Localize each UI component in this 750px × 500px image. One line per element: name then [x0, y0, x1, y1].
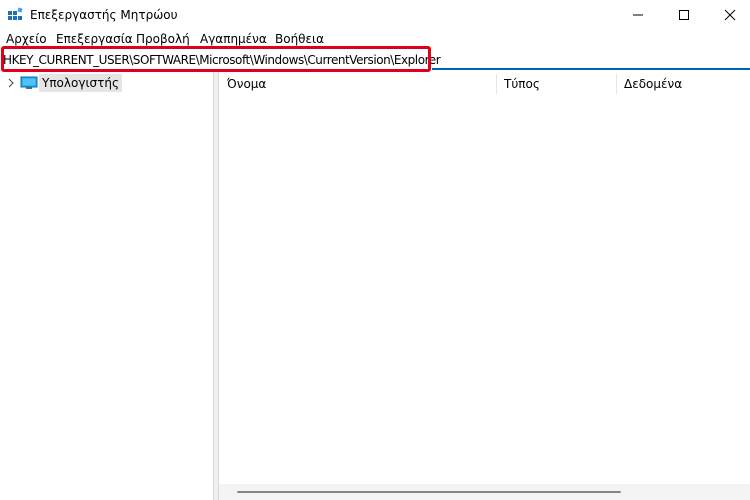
close-button[interactable] [707, 0, 750, 30]
column-header-type[interactable]: Τύπος [496, 72, 616, 95]
address-input[interactable] [3, 50, 743, 69]
close-icon [724, 9, 736, 21]
menu-view[interactable]: Προβολή [136, 32, 190, 46]
tree-node-label[interactable]: Υπολογιστής [39, 74, 122, 92]
computer-icon [20, 76, 38, 89]
window-title: Επεξεργαστής Μητρώου [30, 8, 178, 22]
scrollbar-thumb[interactable] [237, 491, 621, 493]
address-focus-underline [432, 68, 750, 70]
tree-pane[interactable]: Υπολογιστής [0, 72, 213, 500]
horizontal-scrollbar[interactable] [219, 484, 750, 500]
menu-favorites[interactable]: Αγαπημένα [200, 32, 267, 46]
maximize-icon [679, 10, 689, 20]
column-header-name[interactable]: Όνομα [219, 72, 496, 95]
registry-editor-icon [8, 7, 23, 20]
maximize-button[interactable] [661, 0, 707, 30]
title-bar[interactable]: Επεξεργαστής Μητρώου [0, 0, 750, 30]
values-list-pane[interactable]: Όνομα Τύπος Δεδομένα [219, 72, 750, 500]
chevron-right-icon[interactable] [6, 77, 16, 89]
menu-edit[interactable]: Επεξεργασία [56, 32, 133, 46]
menu-file[interactable]: Αρχείο [6, 32, 47, 46]
minimize-icon [633, 14, 643, 16]
address-bar [0, 49, 750, 70]
minimize-button[interactable] [615, 0, 661, 30]
column-header-data[interactable]: Δεδομένα [616, 72, 750, 95]
menu-bar: Αρχείο Επεξεργασία Προβολή Αγαπημένα Βοή… [0, 30, 750, 48]
menu-help[interactable]: Βοήθεια [275, 32, 324, 46]
